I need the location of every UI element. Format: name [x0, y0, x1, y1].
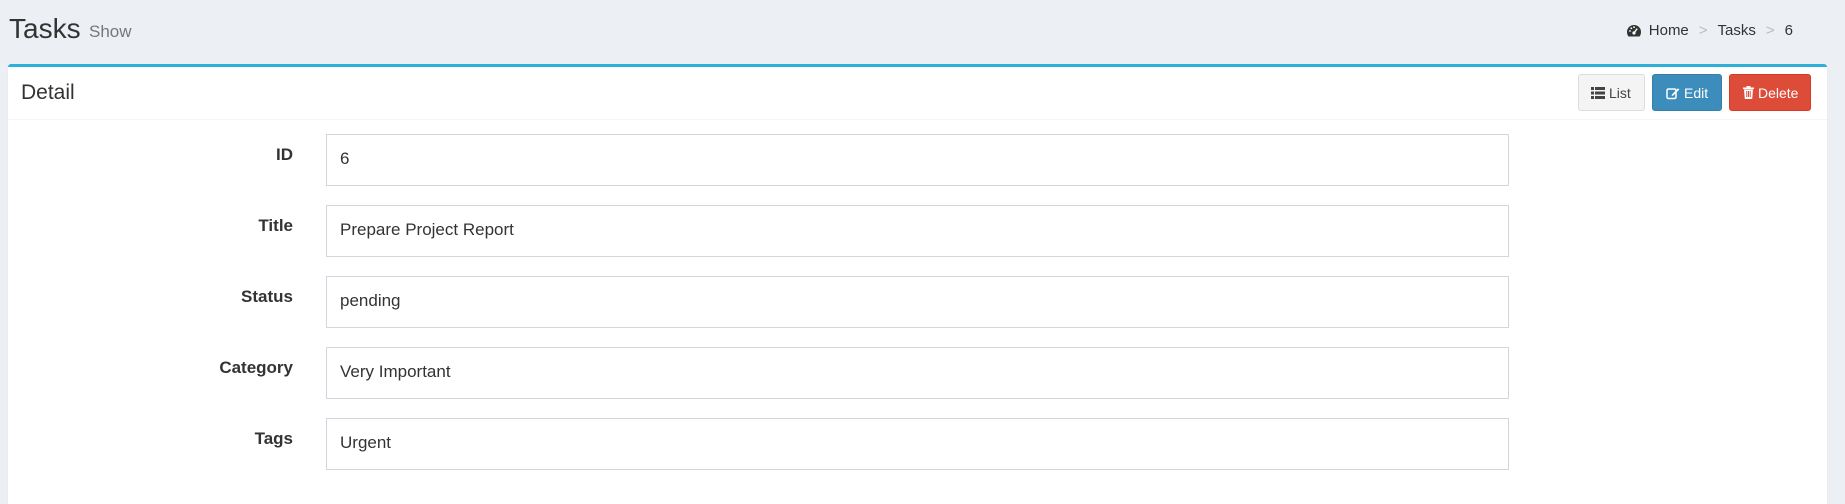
list-button-label: List [1609, 84, 1631, 101]
list-icon [1591, 86, 1605, 99]
field-row-category: Category Very Important [8, 347, 1827, 399]
field-label: Status [241, 287, 293, 306]
field-label: Tags [254, 429, 293, 448]
panel-tools: List Edit Delete [1578, 74, 1811, 111]
page-subtitle: Show [89, 22, 132, 41]
dashboard-icon [1626, 24, 1641, 36]
field-row-status: Status pending [8, 276, 1827, 328]
field-row-title: Title Prepare Project Report [8, 205, 1827, 257]
delete-button-label: Delete [1758, 84, 1799, 101]
panel-header: Detail List Edit Delete [8, 67, 1827, 120]
panel-title: Detail [21, 81, 75, 104]
field-value-title[interactable]: Prepare Project Report [326, 205, 1509, 257]
list-button[interactable]: List [1578, 74, 1645, 111]
field-row-id: ID 6 [8, 134, 1827, 186]
breadcrumb-separator: > [1698, 22, 1708, 39]
field-label: Category [219, 358, 293, 377]
field-value-category[interactable]: Very Important [326, 347, 1509, 399]
field-label: ID [276, 145, 293, 164]
field-row-tags: Tags Urgent [8, 418, 1827, 470]
delete-button[interactable]: Delete [1729, 74, 1811, 111]
edit-button[interactable]: Edit [1652, 74, 1722, 111]
field-value-tags[interactable]: Urgent [326, 418, 1509, 470]
page-title: Tasks [9, 13, 81, 44]
content-header: Tasks Show Home > Tasks > 6 [0, 0, 1845, 64]
trash-icon [1743, 86, 1754, 99]
breadcrumb-current: 6 [1784, 22, 1793, 39]
breadcrumb-tasks[interactable]: Tasks [1718, 22, 1756, 39]
detail-panel: Detail List Edit Delete ID 6 Title Prepa… [8, 64, 1827, 504]
breadcrumb: Home > Tasks > 6 [1626, 22, 1793, 39]
field-value-id[interactable]: 6 [326, 134, 1509, 186]
edit-icon [1666, 87, 1680, 99]
field-label: Title [258, 216, 293, 235]
breadcrumb-separator: > [1765, 22, 1775, 39]
breadcrumb-home[interactable]: Home [1649, 22, 1689, 39]
edit-button-label: Edit [1684, 84, 1709, 101]
field-value-status[interactable]: pending [326, 276, 1509, 328]
